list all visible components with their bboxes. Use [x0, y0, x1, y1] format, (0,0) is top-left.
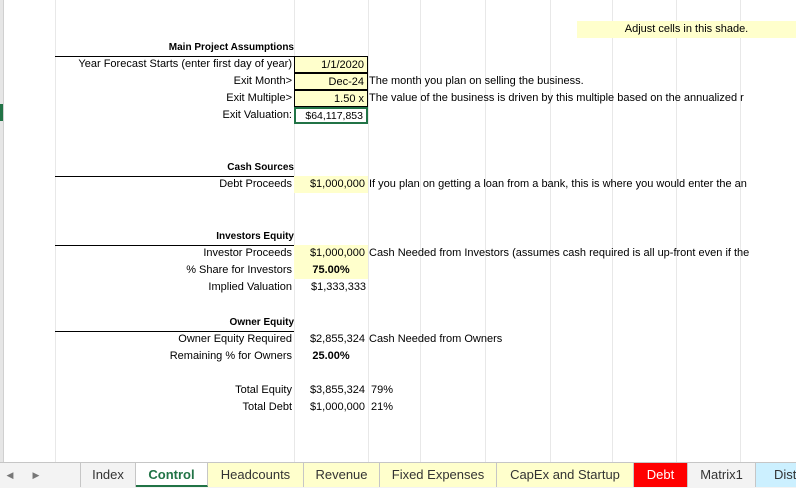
gridline	[420, 0, 421, 462]
cash-sources-header: Cash Sources	[55, 159, 294, 177]
investor-proceeds-input[interactable]: $1,000,000	[294, 245, 368, 262]
tab-debt[interactable]: Debt	[634, 463, 688, 487]
spreadsheet-grid[interactable]: Adjust cells in this shade. Main Project…	[0, 0, 796, 462]
gridline	[612, 0, 613, 462]
owner-equity-note: Cash Needed from Owners	[369, 333, 503, 345]
gridline	[740, 0, 741, 462]
gridline	[368, 0, 369, 462]
exit-multiple-label: Exit Multiple>	[226, 92, 292, 104]
implied-valuation-value: $1,333,333	[311, 281, 367, 293]
exit-valuation-label: Exit Valuation:	[222, 109, 292, 121]
tab-headcounts[interactable]: Headcounts	[208, 463, 304, 487]
tab-index[interactable]: Index	[80, 463, 136, 487]
investors-header: Investors Equity	[55, 228, 294, 246]
exit-month-note: The month you plan on selling the busine…	[369, 75, 584, 87]
total-debt-pct: 21%	[371, 401, 394, 413]
exit-valuation-value[interactable]: $64,117,853	[294, 107, 368, 124]
total-equity-value: $3,855,324	[309, 384, 365, 396]
owner-remaining-label: Remaining % for Owners	[169, 350, 292, 362]
forecast-start-input[interactable]: 1/1/2020	[294, 56, 368, 73]
investor-share-input[interactable]: 75.00%	[294, 262, 368, 279]
tab-control[interactable]: Control	[136, 463, 208, 487]
forecast-start-label: Year Forecast Starts (enter first day of…	[78, 58, 292, 70]
investor-proceeds-note: Cash Needed from Investors (assumes cash…	[369, 247, 750, 259]
total-debt-value: $1,000,000	[309, 401, 365, 413]
gridline	[485, 0, 486, 462]
debt-proceeds-note: If you plan on getting a loan from a ban…	[369, 178, 747, 190]
active-row-marker	[0, 104, 3, 121]
total-equity-pct: 79%	[371, 384, 394, 396]
input-shade-hint: Adjust cells in this shade.	[577, 21, 796, 38]
debt-proceeds-label: Debt Proceeds	[219, 178, 292, 190]
gridline	[550, 0, 551, 462]
exit-month-label: Exit Month>	[233, 75, 292, 87]
assumptions-header: Main Project Assumptions	[55, 39, 294, 57]
owner-equity-label: Owner Equity Required	[178, 333, 292, 345]
owner-remaining-value: 25.00%	[312, 350, 350, 362]
investor-proceeds-label: Investor Proceeds	[203, 247, 292, 259]
total-equity-label: Total Equity	[235, 384, 292, 396]
exit-multiple-note: The value of the business is driven by t…	[369, 92, 744, 104]
sheet-tab-bar: ◀ ▶ Index Control Headcounts Revenue Fix…	[0, 462, 796, 488]
row-header-strip	[0, 0, 4, 462]
tab-matrix1[interactable]: Matrix1	[688, 463, 756, 487]
gridline	[676, 0, 677, 462]
tab-scroll-right-icon[interactable]: ▶	[26, 466, 46, 484]
exit-month-input[interactable]: Dec-24	[294, 73, 368, 90]
implied-valuation-label: Implied Valuation	[208, 281, 292, 293]
tab-capex-startup[interactable]: CapEx and Startup	[497, 463, 634, 487]
tab-revenue[interactable]: Revenue	[304, 463, 380, 487]
owner-header: Owner Equity	[55, 314, 294, 332]
investor-share-label: % Share for Investors	[186, 264, 292, 276]
tab-dist[interactable]: Dist	[756, 463, 796, 487]
tab-fixed-expenses[interactable]: Fixed Expenses	[380, 463, 497, 487]
exit-multiple-input[interactable]: 1.50 x	[294, 90, 368, 107]
tab-scroll-left-icon[interactable]: ◀	[0, 466, 20, 484]
debt-proceeds-input[interactable]: $1,000,000	[294, 176, 368, 193]
owner-equity-value: $2,855,324	[309, 333, 365, 345]
total-debt-label: Total Debt	[242, 401, 292, 413]
